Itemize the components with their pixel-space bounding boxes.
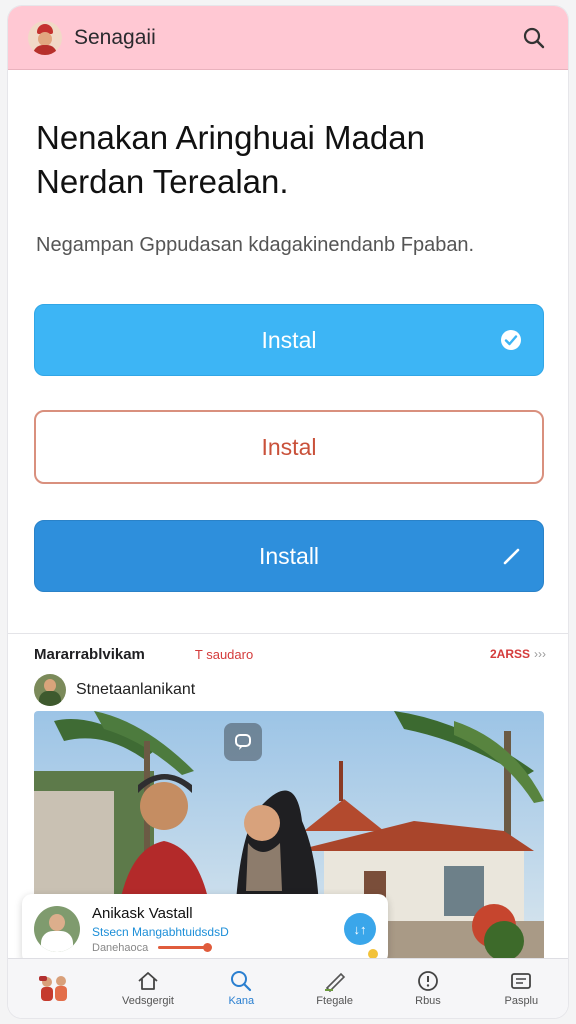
feed-header: Mararrablvikam T saudaro 2ARSS ››› <box>34 642 546 666</box>
feed-tag[interactable]: T saudaro <box>195 647 253 662</box>
nav-label: Pasplu <box>504 995 539 1007</box>
app-title: Senagaii <box>74 25 156 49</box>
people-illustration-icon <box>38 975 67 1001</box>
bottom-navigation: Vedsgergit Kana Ftegale Rbus Pasplu <box>8 958 568 1018</box>
install-button-primary[interactable]: Instal <box>34 304 544 376</box>
pencil-icon <box>503 548 520 565</box>
photo-badge[interactable] <box>224 723 262 761</box>
nav-item-inbox[interactable]: Pasplu <box>475 959 568 1018</box>
chat-bubble-icon <box>235 734 251 750</box>
notification-card[interactable]: Anikask Vastall Stsecn MangabhtuidsdsD D… <box>22 894 388 964</box>
pencil-chart-icon <box>324 972 345 992</box>
phone-screen: Senagaii Nenakan Aringhuai Madan Nerdan … <box>8 6 568 1018</box>
nav-item-search[interactable]: Kana <box>195 959 288 1018</box>
notification-subtitle: Stsecn MangabhtuidsdsD <box>92 924 229 939</box>
inbox-icon <box>511 973 532 989</box>
nav-item-home[interactable]: Vedsgergit <box>101 959 194 1018</box>
install-button-label: Instal <box>261 433 317 460</box>
notification-avatar <box>34 906 80 952</box>
notification-meta-label: Danehaoca <box>92 941 149 954</box>
notification-action-icon: ↓↑ <box>353 921 367 937</box>
check-circle-icon <box>501 330 521 350</box>
nav-label: Rbus <box>415 995 441 1007</box>
avatar[interactable] <box>28 20 62 55</box>
notification-title: Anikask Vastall <box>92 904 193 922</box>
install-button-label: Install <box>258 542 320 569</box>
nav-label: Ftegale <box>316 995 353 1007</box>
post-avatar[interactable] <box>34 674 66 706</box>
feed-count: 2ARSS <box>489 647 530 661</box>
app-header: Senagaii <box>8 6 568 70</box>
search-icon <box>231 971 252 992</box>
nav-label: Vedsgergit <box>122 995 174 1007</box>
install-button-outline[interactable]: Instal <box>34 410 544 484</box>
notification-action-button[interactable]: ↓↑ <box>344 913 378 959</box>
nav-item-create[interactable]: Ftegale <box>288 959 381 1018</box>
nav-item-info[interactable]: Rbus <box>381 959 474 1018</box>
install-button-dark[interactable]: Install <box>34 520 544 592</box>
nav-label: Kana <box>228 995 255 1007</box>
search-icon <box>523 27 545 48</box>
feed-section-title: Mararrablvikam <box>34 645 145 663</box>
home-icon <box>138 972 158 990</box>
notification-meta: Danehaoca <box>92 942 344 954</box>
install-button-label: Instal <box>261 326 317 353</box>
page-title: Nenakan Aringhuai Madan Nerdan Terealan. <box>36 119 425 200</box>
page-subtitle: Negampan Gppudasan kdagakinendanb Fpaban… <box>36 234 475 256</box>
notification-progress <box>158 943 213 952</box>
nav-item-people[interactable] <box>8 959 101 1018</box>
search-button[interactable] <box>514 18 554 58</box>
feed-more-link[interactable]: ››› <box>534 647 546 661</box>
post-header: Stnetaanlanikant <box>34 672 195 708</box>
post-author[interactable]: Stnetaanlanikant <box>76 681 195 699</box>
info-circle-icon <box>418 971 438 991</box>
